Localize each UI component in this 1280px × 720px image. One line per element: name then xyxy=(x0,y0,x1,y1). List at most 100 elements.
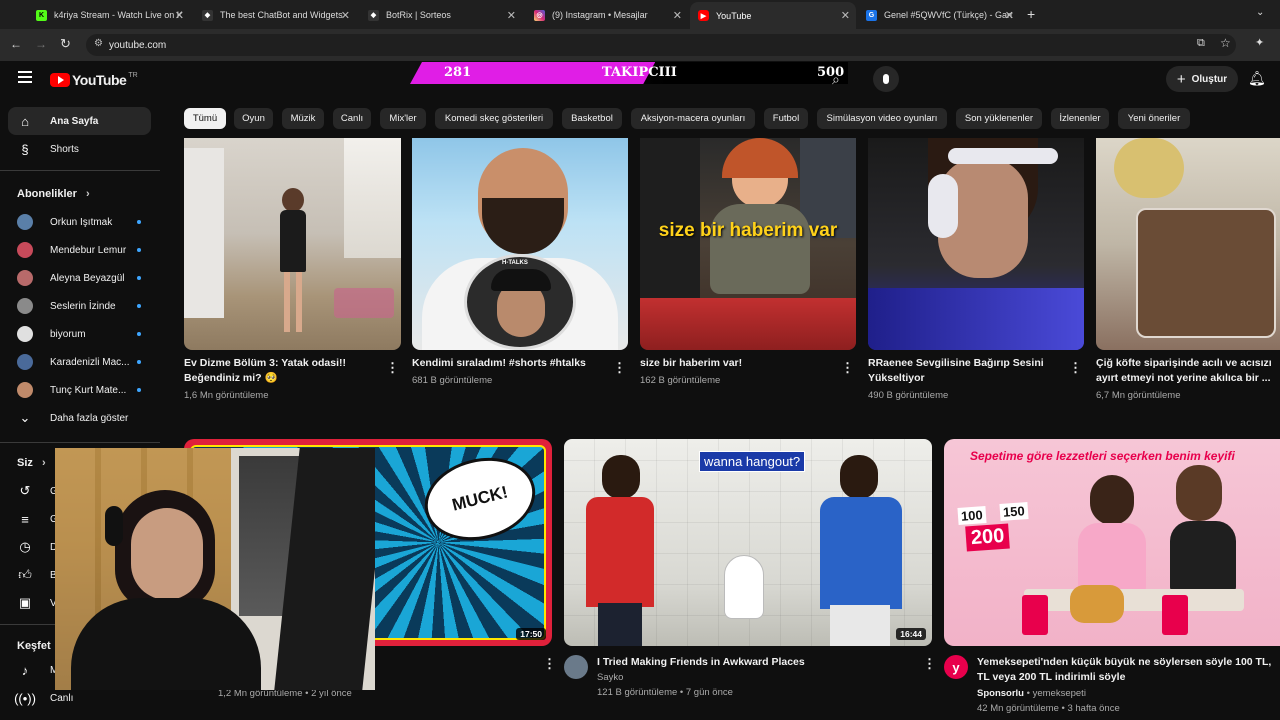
yemeksepeti-logo-icon[interactable]: y xyxy=(944,655,968,679)
channel-name[interactable]: Sayko xyxy=(597,670,623,685)
chip[interactable]: Canlı xyxy=(333,108,371,129)
sponsored-badge: Sponsorlu xyxy=(977,688,1024,699)
chip[interactable]: Simülasyon video oyunları xyxy=(817,108,947,129)
cast-icon[interactable]: ⧉ xyxy=(1197,37,1205,50)
create-button[interactable]: + Oluştur xyxy=(1166,66,1238,92)
more-actions-icon[interactable]: ⋮ xyxy=(543,656,556,672)
plus-icon: + xyxy=(1176,70,1186,88)
search-icon[interactable]: ⌕ xyxy=(832,71,840,88)
notifications-bell-icon[interactable]: 🔔︎ xyxy=(1248,70,1266,87)
video-thumbnail[interactable]: Sepetime göre lezzetleri seçerken benim … xyxy=(944,439,1280,646)
sidebar-item-subscription[interactable]: Aleyna Beyazgül xyxy=(8,264,151,292)
browser-tab[interactable]: K k4riya Stream - Watch Live on K ✕ xyxy=(28,4,190,26)
browser-tab[interactable]: ◆ BotRix | Sorteos ✕ xyxy=(360,4,522,26)
browser-tab-active[interactable]: ▶ YouTube ✕ xyxy=(690,2,856,29)
close-icon[interactable]: ✕ xyxy=(175,9,184,22)
more-actions-icon[interactable]: ⋮ xyxy=(923,656,936,672)
video-title-line: size bir haberim var! xyxy=(640,357,743,369)
avatar xyxy=(17,214,33,230)
webcam-headphones xyxy=(105,506,123,546)
hamburger-menu-icon[interactable] xyxy=(18,71,32,83)
sidebar-item-subscription[interactable]: Tunç Kurt Mate... xyxy=(8,376,151,404)
browser-tab[interactable]: ◆ The best ChatBot and Widgets ✕ xyxy=(194,4,356,26)
chip[interactable]: Aksiyon-macera oyunları xyxy=(631,108,755,129)
browser-tab[interactable]: G Genel #5QWVfC (Türkçe) - Gart ✕ xyxy=(858,4,1020,26)
video-title[interactable]: size bir haberim var! xyxy=(640,356,835,371)
chevron-right-icon: › xyxy=(85,188,90,200)
sidebar-divider xyxy=(0,442,160,443)
thumbnail-person-shirt xyxy=(586,497,654,607)
follower-goal-overlay: 281 TAKIPCIII 500 xyxy=(410,62,848,84)
chip-all[interactable]: Tümü xyxy=(184,108,226,129)
you-section-header[interactable]: Siz › xyxy=(17,457,46,469)
close-icon[interactable]: ✕ xyxy=(673,9,682,22)
sidebar-item-label: Shorts xyxy=(50,143,79,155)
tab-title: k4riya Stream - Watch Live on K xyxy=(54,10,183,20)
sidebar-item-subscription[interactable]: Seslerin İzinde xyxy=(8,292,151,320)
chip[interactable]: İzlenenler xyxy=(1051,108,1109,129)
avatar[interactable] xyxy=(564,655,588,679)
youtube-logo[interactable]: YouTube TR xyxy=(50,72,138,88)
video-title[interactable]: I Tried Making Friends in Awkward Places xyxy=(597,655,917,670)
chip[interactable]: Yeni öneriler xyxy=(1118,108,1190,129)
site-info-icon[interactable]: ⚙ xyxy=(94,38,103,49)
close-icon[interactable]: ✕ xyxy=(507,9,516,22)
more-actions-icon[interactable]: ⋮ xyxy=(1069,360,1082,376)
video-thumbnail[interactable]: size bir haberim var xyxy=(640,138,856,350)
more-actions-icon[interactable]: ⋮ xyxy=(386,360,399,376)
video-title[interactable]: RRaenee Sevgilisine Bağırıp Sesini Yükse… xyxy=(868,356,1063,386)
sidebar-item-home[interactable]: ⌂ Ana Sayfa xyxy=(8,107,151,135)
chatbot-icon: ◆ xyxy=(202,9,213,21)
video-duration: 17:50 xyxy=(516,628,546,640)
video-thumbnail[interactable]: wanna hangout? 16:44 xyxy=(564,439,932,646)
browser-tab[interactable]: ◎ (9) Instagram • Mesajlar ✕ xyxy=(526,4,688,26)
bookmark-star-icon[interactable]: ☆ xyxy=(1220,36,1231,50)
back-arrow-icon[interactable]: ← xyxy=(10,37,22,51)
new-tab-button[interactable]: + xyxy=(1027,6,1035,22)
video-thumbnail[interactable]: H-TALKS xyxy=(412,138,628,350)
voice-search-button[interactable] xyxy=(873,66,899,92)
channel-name[interactable]: yemeksepeti xyxy=(1033,688,1086,699)
chip[interactable]: Müzik xyxy=(282,108,324,129)
sidebar-item-subscription[interactable]: biyorum xyxy=(8,320,151,348)
thumbnail-clothes-pile xyxy=(334,288,394,318)
kick-icon: K xyxy=(36,9,47,21)
chip[interactable]: Mix'ler xyxy=(380,108,426,129)
chip[interactable]: Futbol xyxy=(764,108,808,129)
chip[interactable]: Komedi skeç gösterileri xyxy=(435,108,553,129)
chip[interactable]: Oyun xyxy=(234,108,273,129)
sidebar-item-subscription[interactable]: Orkun Işıtmak xyxy=(8,208,151,236)
video-thumbnail[interactable] xyxy=(1096,138,1280,350)
video-thumbnail[interactable] xyxy=(184,138,401,350)
video-title[interactable]: Çiğ köfte siparişinde acılı ve acısızı a… xyxy=(1096,356,1280,386)
reload-icon[interactable]: ↻ xyxy=(60,36,71,52)
video-title[interactable]: Kendimi sıraladım! #shorts #htalks xyxy=(412,356,607,371)
close-icon[interactable]: ✕ xyxy=(341,9,350,22)
close-icon[interactable]: ✕ xyxy=(841,9,850,22)
video-title[interactable]: Ev Dizme Bölüm 3: Yatak odasi!! Beğendin… xyxy=(184,356,374,386)
sidebar-item-subscription[interactable]: Mendebur Lemur xyxy=(8,236,151,264)
sidebar-divider xyxy=(0,170,160,171)
live-broadcast-icon: ((•)) xyxy=(14,690,36,706)
show-more-button[interactable]: ⌄ Daha fazla göster xyxy=(8,404,151,432)
address-bar[interactable]: ⚙ youtube.com xyxy=(86,34,1236,56)
forward-arrow-icon[interactable]: → xyxy=(35,37,47,51)
more-actions-icon[interactable]: ⋮ xyxy=(613,360,626,376)
chip[interactable]: Son yüklenenler xyxy=(956,108,1042,129)
extensions-icon[interactable]: ✦ xyxy=(1255,36,1264,49)
sidebar-item-subscription[interactable]: Karadenizli Mac... xyxy=(8,348,151,376)
tab-search-chevron-icon[interactable]: ⌄ xyxy=(1256,7,1264,18)
close-icon[interactable]: ✕ xyxy=(1005,9,1014,22)
price-tag: 200 xyxy=(965,523,1011,552)
thumbnail-person-hair xyxy=(722,138,798,178)
clock-icon: ◷ xyxy=(19,539,31,554)
chip[interactable]: Basketbol xyxy=(562,108,622,129)
sidebar-item-shorts[interactable]: § Shorts xyxy=(8,135,151,163)
create-label: Oluştur xyxy=(1191,73,1228,85)
more-actions-icon[interactable]: ⋮ xyxy=(841,360,854,376)
subscriptions-header[interactable]: Abonelikler › xyxy=(17,188,90,200)
video-thumbnail[interactable] xyxy=(868,138,1084,350)
thumbnail-burger xyxy=(1070,585,1124,623)
thumbnail-person-top xyxy=(1170,521,1236,593)
video-title[interactable]: Yemeksepeti'nden küçük büyük ne söylerse… xyxy=(977,655,1280,685)
